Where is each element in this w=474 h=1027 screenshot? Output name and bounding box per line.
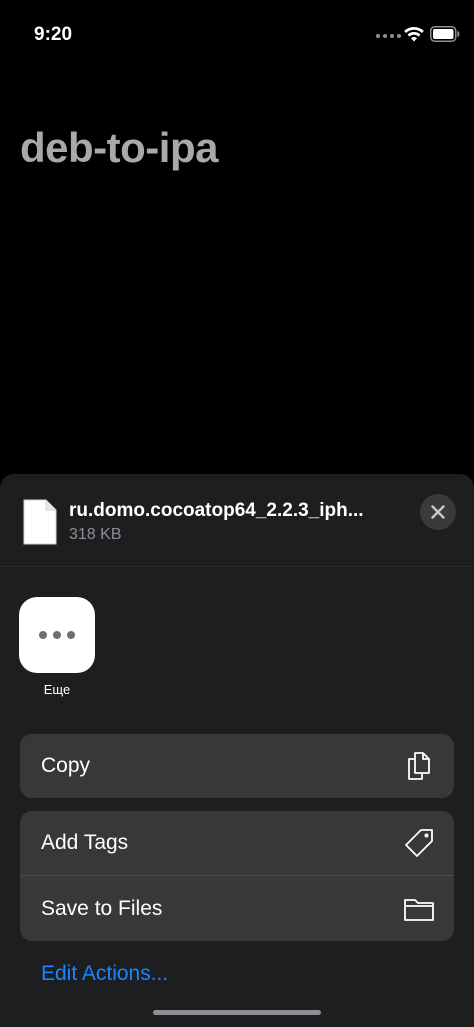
- copy-action-label: Copy: [41, 754, 91, 777]
- add-tags-action[interactable]: Add Tags: [20, 811, 454, 875]
- save-to-files-action[interactable]: Save to Files: [20, 875, 454, 941]
- file-name: ru.domo.cocoatop64_2.2.3_iph...: [69, 500, 364, 521]
- share-sheet: ru.domo.cocoatop64_2.2.3_iph... 318 KB Е…: [0, 474, 474, 1027]
- wifi-icon: [404, 26, 424, 42]
- share-sheet-header: ru.domo.cocoatop64_2.2.3_iph... 318 KB: [0, 474, 474, 567]
- action-group-copy: Copy: [20, 734, 454, 798]
- folder-icon: [404, 898, 434, 921]
- page-title: deb-to-ipa: [20, 124, 218, 171]
- status-bar: 9:20: [0, 0, 474, 70]
- home-indicator[interactable]: [153, 1010, 321, 1015]
- battery-icon: [430, 26, 460, 42]
- cellular-signal-icon: [376, 34, 401, 38]
- status-time: 9:20: [34, 24, 73, 45]
- action-group-files: Add Tags Save to Files: [20, 811, 454, 941]
- more-icon: [19, 597, 95, 673]
- save-to-files-action-label: Save to Files: [41, 896, 163, 920]
- close-icon: [431, 505, 445, 519]
- file-size: 318 KB: [69, 526, 122, 543]
- copy-icon: [408, 752, 430, 780]
- copy-action[interactable]: Copy: [20, 734, 454, 798]
- close-button[interactable]: [420, 494, 456, 530]
- more-apps-label: Еще: [43, 682, 71, 697]
- more-apps-button[interactable]: Еще: [19, 597, 95, 697]
- tag-icon: [405, 829, 433, 857]
- file-icon: [23, 499, 57, 545]
- add-tags-action-label: Add Tags: [41, 831, 129, 854]
- edit-actions-link[interactable]: Edit Actions...: [41, 962, 168, 986]
